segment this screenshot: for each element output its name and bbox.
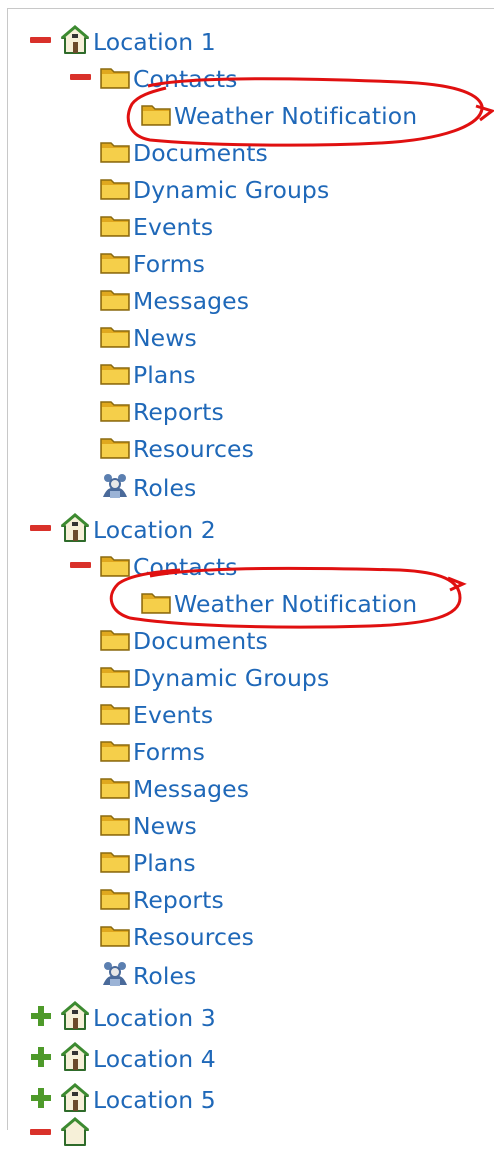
- tree-node-weather-notification[interactable]: Weather Notification: [141, 99, 417, 133]
- tree-node-label[interactable]: Contacts: [133, 552, 237, 582]
- folder-icon: [100, 212, 130, 242]
- tree-node-label[interactable]: Resources: [133, 922, 254, 952]
- tree-node-label[interactable]: News: [133, 323, 197, 353]
- tree-node-label[interactable]: Messages: [133, 774, 249, 804]
- tree-node-location-3[interactable]: Location 3: [28, 1001, 216, 1035]
- tree-node-label[interactable]: Plans: [133, 848, 196, 878]
- tree-node-label[interactable]: Location 5: [93, 1085, 216, 1115]
- tree-node-location-4[interactable]: Location 4: [28, 1042, 216, 1076]
- folder-icon: [100, 434, 130, 464]
- house-icon: [60, 1117, 90, 1151]
- tree-node-label[interactable]: Roles: [133, 961, 196, 991]
- tree-node-roles[interactable]: Roles: [100, 471, 196, 505]
- house-icon: [60, 1001, 90, 1035]
- tree-node-label[interactable]: Reports: [133, 397, 224, 427]
- plus-icon[interactable]: [28, 1085, 54, 1115]
- folder-icon: [100, 922, 130, 952]
- tree-node-reports[interactable]: Reports: [100, 395, 224, 429]
- tree-node-news[interactable]: News: [100, 809, 197, 843]
- tree-node-news[interactable]: News: [100, 321, 197, 355]
- tree-node-forms[interactable]: Forms: [100, 735, 205, 769]
- tree-node-messages[interactable]: Messages: [100, 284, 249, 318]
- folder-icon: [100, 885, 130, 915]
- folder-icon: [100, 138, 130, 168]
- tree-node-label[interactable]: Dynamic Groups: [133, 663, 329, 693]
- tree-panel: Location 1 Contacts Weather Notification…: [7, 8, 494, 1146]
- minus-icon[interactable]: [68, 556, 94, 578]
- tree-node-label[interactable]: Messages: [133, 286, 249, 316]
- folder-icon: [100, 848, 130, 878]
- house-icon: [60, 513, 90, 547]
- tree-node-label[interactable]: Forms: [133, 737, 205, 767]
- tree-node-weather-notification[interactable]: Weather Notification: [141, 587, 417, 621]
- tree-node-label[interactable]: Reports: [133, 885, 224, 915]
- folder-icon: [100, 323, 130, 353]
- tree-node-label[interactable]: Location 1: [93, 27, 216, 57]
- folder-icon: [100, 64, 130, 94]
- plus-icon[interactable]: [28, 1044, 54, 1074]
- minus-icon[interactable]: [28, 519, 54, 541]
- folder-icon: [100, 737, 130, 767]
- house-icon: [60, 1042, 90, 1076]
- folder-icon: [100, 175, 130, 205]
- tree-node-plans[interactable]: Plans: [100, 846, 196, 880]
- tree-node-events[interactable]: Events: [100, 698, 213, 732]
- tree-node-label[interactable]: Location 4: [93, 1044, 216, 1074]
- tree-node-label[interactable]: Weather Notification: [174, 101, 417, 131]
- tree-node-partial[interactable]: [28, 1117, 93, 1151]
- minus-icon[interactable]: [68, 68, 94, 90]
- folder-icon: [100, 249, 130, 279]
- house-icon: [60, 25, 90, 59]
- folder-icon: [100, 626, 130, 656]
- tree-node-label[interactable]: Events: [133, 212, 213, 242]
- tree-node-dynamic-groups[interactable]: Dynamic Groups: [100, 173, 329, 207]
- folder-icon: [100, 286, 130, 316]
- tree-node-plans[interactable]: Plans: [100, 358, 196, 392]
- tree-node-label[interactable]: Dynamic Groups: [133, 175, 329, 205]
- tree-node-label[interactable]: Documents: [133, 138, 268, 168]
- tree-node-label[interactable]: Forms: [133, 249, 205, 279]
- minus-icon[interactable]: [28, 1123, 54, 1145]
- folder-icon: [141, 101, 171, 131]
- tree-node-label[interactable]: Location 2: [93, 515, 216, 545]
- folder-icon: [100, 700, 130, 730]
- tree-node-reports[interactable]: Reports: [100, 883, 224, 917]
- tree-node-label[interactable]: Weather Notification: [174, 589, 417, 619]
- roles-icon: [100, 959, 130, 993]
- tree-node-label[interactable]: Documents: [133, 626, 268, 656]
- tree-node-resources[interactable]: Resources: [100, 432, 254, 466]
- folder-icon: [100, 397, 130, 427]
- tree-node-label[interactable]: Resources: [133, 434, 254, 464]
- tree-node-label[interactable]: Events: [133, 700, 213, 730]
- tree-node-resources[interactable]: Resources: [100, 920, 254, 954]
- folder-icon: [100, 811, 130, 841]
- tree-node-contacts[interactable]: Contacts: [68, 62, 237, 96]
- folder-icon: [100, 360, 130, 390]
- tree-node-label[interactable]: News: [133, 811, 197, 841]
- tree-node-location-5[interactable]: Location 5: [28, 1083, 216, 1117]
- tree-node-label[interactable]: Location 3: [93, 1003, 216, 1033]
- tree-node-forms[interactable]: Forms: [100, 247, 205, 281]
- minus-icon[interactable]: [28, 31, 54, 53]
- tree-node-label[interactable]: Roles: [133, 473, 196, 503]
- tree-node-documents[interactable]: Documents: [100, 624, 268, 658]
- roles-icon: [100, 471, 130, 505]
- tree-node-location-1[interactable]: Location 1: [28, 25, 216, 59]
- folder-icon: [100, 663, 130, 693]
- tree-node-location-2[interactable]: Location 2: [28, 513, 216, 547]
- folder-icon: [100, 774, 130, 804]
- tree-node-events[interactable]: Events: [100, 210, 213, 244]
- folder-icon: [100, 552, 130, 582]
- house-icon: [60, 1083, 90, 1117]
- tree-node-documents[interactable]: Documents: [100, 136, 268, 170]
- tree-node-roles[interactable]: Roles: [100, 959, 196, 993]
- tree-node-label[interactable]: Contacts: [133, 64, 237, 94]
- tree-node-contacts[interactable]: Contacts: [68, 550, 237, 584]
- folder-icon: [141, 589, 171, 619]
- tree-node-dynamic-groups[interactable]: Dynamic Groups: [100, 661, 329, 695]
- tree-node-label[interactable]: Plans: [133, 360, 196, 390]
- plus-icon[interactable]: [28, 1003, 54, 1033]
- tree-node-messages[interactable]: Messages: [100, 772, 249, 806]
